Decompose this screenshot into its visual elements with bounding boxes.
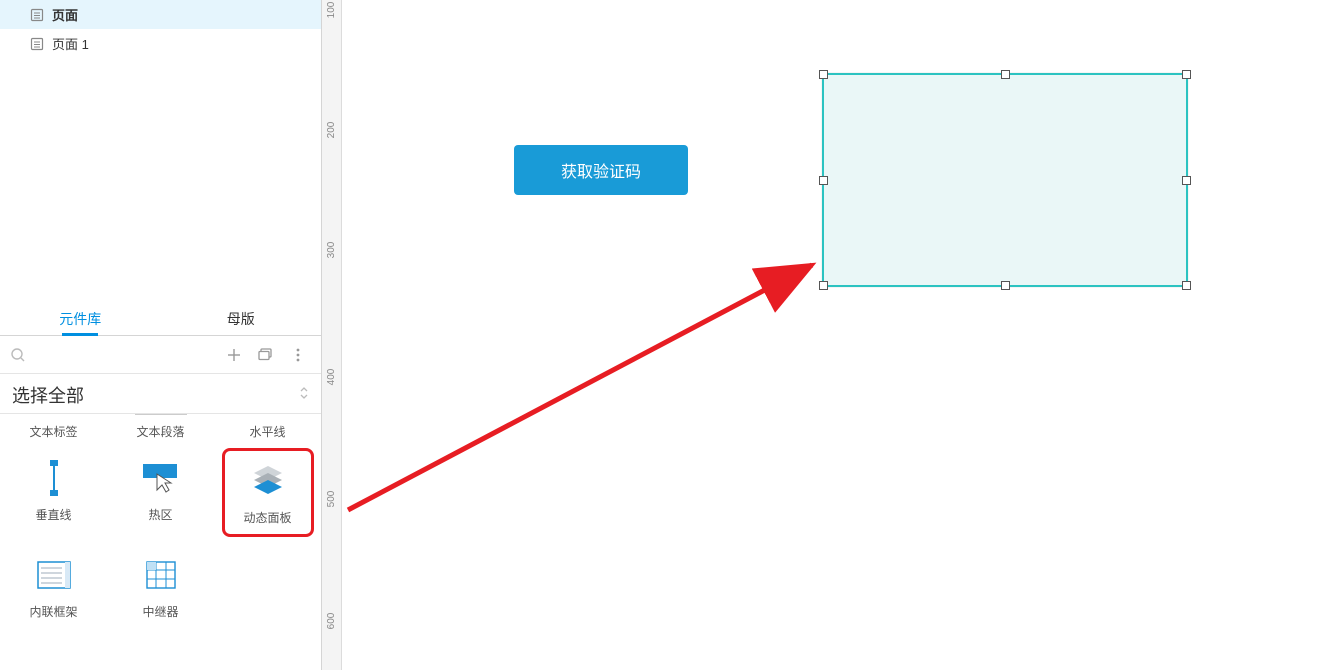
resize-handle-se[interactable] — [1182, 281, 1191, 290]
library-add-button[interactable] — [221, 342, 247, 368]
page-label: 页面 — [52, 5, 78, 24]
widget-label: 热区 — [148, 508, 172, 522]
resize-handle-e[interactable] — [1182, 176, 1191, 185]
widget-repeater[interactable]: 中继器 — [115, 545, 207, 628]
widget-label: 垂直线 — [35, 508, 71, 522]
tab-widgets[interactable]: 元件库 — [0, 297, 161, 335]
ruler-tick-400: 400 — [326, 369, 337, 386]
library-tabs: 元件库 母版 — [0, 296, 321, 336]
get-verification-code-button[interactable]: 获取验证码 — [514, 145, 688, 195]
resize-handle-s[interactable] — [1001, 281, 1010, 290]
page-icon — [30, 8, 44, 22]
select-all-label: 选择全部 — [12, 382, 84, 408]
ruler-tick-100: 100 — [326, 2, 337, 19]
library-more-button[interactable] — [285, 342, 311, 368]
more-vertical-icon — [296, 348, 300, 362]
ruler-tick-500: 500 — [326, 491, 337, 508]
chevrons-icon — [299, 385, 309, 404]
page-label: 页面 1 — [52, 34, 89, 53]
canvas-area[interactable]: 100 200 300 400 500 600 获取验证码 — [322, 0, 1321, 670]
library-body: 文本标签 文本段落 水平线 垂直线 热区 动态面板 — [0, 414, 321, 628]
dynamic-panel-instance[interactable] — [822, 73, 1188, 287]
repeater-icon — [115, 553, 207, 597]
widget-horizontal-line[interactable]: 水平线 — [222, 423, 314, 440]
library-toolbar — [0, 336, 321, 374]
resize-handle-ne[interactable] — [1182, 70, 1191, 79]
library-search[interactable] — [10, 347, 215, 363]
widget-row-3: 内联框架 中继器 — [0, 545, 321, 628]
widget-text-label[interactable]: 文本标签 — [8, 423, 100, 440]
widget-label: 中继器 — [142, 605, 178, 619]
widget-inline-frame[interactable]: 内联框架 — [8, 545, 100, 628]
tab-masters[interactable]: 母版 — [161, 297, 322, 335]
widget-label: 内联框架 — [29, 605, 77, 619]
folder-icon — [258, 348, 274, 362]
library-folder-button[interactable] — [253, 342, 279, 368]
button-label: 获取验证码 — [561, 158, 641, 182]
resize-handle-sw[interactable] — [819, 281, 828, 290]
page-icon — [30, 37, 44, 51]
widget-label: 动态面板 — [243, 511, 291, 525]
ruler-tick-200: 200 — [326, 122, 337, 139]
widget-vertical-line[interactable]: 垂直线 — [8, 448, 100, 537]
resize-handle-w[interactable] — [819, 176, 828, 185]
plus-icon — [227, 348, 241, 362]
widget-dynamic-panel[interactable]: 动态面板 — [222, 448, 314, 537]
dynamic-panel-icon — [225, 459, 311, 503]
resize-handle-n[interactable] — [1001, 70, 1010, 79]
search-icon — [10, 347, 26, 363]
left-sidebar: 页面 页面 1 元件库 母版 选择全部 — [0, 0, 322, 670]
ruler-tick-600: 600 — [326, 613, 337, 630]
resize-handle-nw[interactable] — [819, 70, 828, 79]
widget-row-labels: 文本标签 文本段落 水平线 — [0, 423, 321, 440]
page-item-1[interactable]: 页面 1 — [0, 29, 321, 58]
vertical-ruler: 100 200 300 400 500 600 — [322, 0, 342, 670]
section-divider — [135, 414, 187, 415]
ruler-tick-300: 300 — [326, 242, 337, 259]
tab-masters-label: 母版 — [227, 311, 255, 327]
pages-panel: 页面 页面 1 — [0, 0, 321, 296]
vertical-line-icon — [8, 456, 100, 500]
page-item-0[interactable]: 页面 — [0, 0, 321, 29]
widget-hotspot[interactable]: 热区 — [115, 448, 207, 537]
widget-row-2: 垂直线 热区 动态面板 — [0, 448, 321, 537]
inline-frame-icon — [8, 553, 100, 597]
tab-widgets-label: 元件库 — [59, 311, 101, 327]
hotspot-icon — [115, 456, 207, 500]
library-select-all[interactable]: 选择全部 — [0, 374, 321, 414]
widget-text-paragraph[interactable]: 文本段落 — [115, 423, 207, 440]
